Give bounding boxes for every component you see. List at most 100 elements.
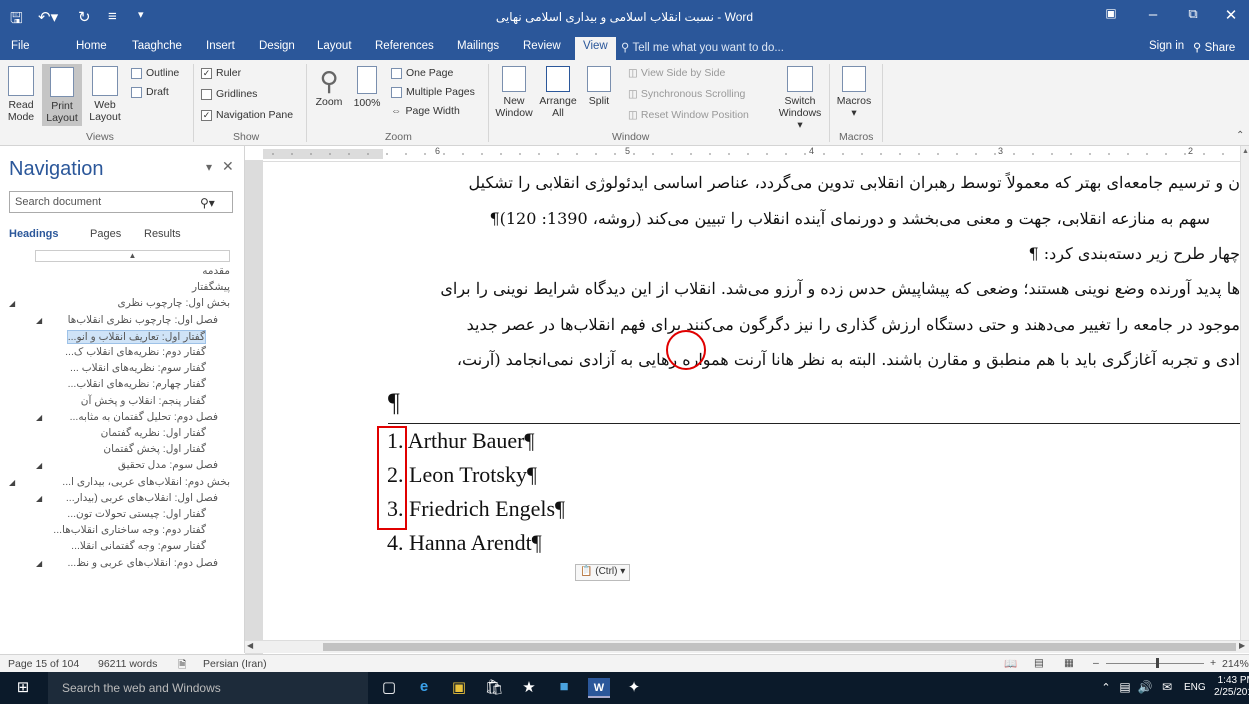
nav-heading-item[interactable]: فصل اول: انقلاب‌های عربی (بیدار... — [66, 492, 218, 504]
nav-heading-item[interactable]: گفتار اول: تعاریف انقلاب و انو... — [66, 329, 206, 344]
nav-heading-item[interactable]: گفتار اول: چیستی تحولات تون... — [67, 508, 206, 520]
store-icon[interactable]: 🛍 — [483, 678, 505, 698]
one-page-button[interactable]: One Page — [391, 67, 453, 79]
expand-triangle-icon[interactable]: ◢ — [36, 413, 42, 422]
nav-heading-item[interactable]: فصل دوم: تحلیل گفتمان به مثابه... — [70, 411, 218, 423]
nav-heading-item[interactable]: گفتار سوم: نظریه‌های انقلاب ... — [70, 362, 206, 374]
document-area[interactable]: ن و ترسیم جامعه‌ای بهتر که معمولاً توسط … — [263, 162, 1240, 640]
close-icon[interactable]: ✕ — [222, 158, 234, 175]
tell-me-box[interactable]: ⚲ Tell me what you want to do... — [621, 40, 784, 54]
nav-heading-item[interactable]: بخش اول: چارچوب نظری — [118, 297, 230, 309]
expand-triangle-icon[interactable]: ◢ — [9, 478, 15, 487]
web-layout-button[interactable]: Web Layout — [88, 66, 122, 123]
arrange-all-button[interactable]: Arrange All — [536, 66, 580, 119]
expand-triangle-icon[interactable]: ◢ — [36, 494, 42, 503]
zoom-in-icon[interactable]: + — [1210, 657, 1216, 669]
tab-taaghche[interactable]: Taaghche — [132, 40, 182, 52]
print-layout-button[interactable]: Print Layout — [42, 64, 82, 126]
tab-review[interactable]: Review — [523, 40, 561, 52]
scroll-left-icon[interactable]: ◀ — [247, 641, 253, 650]
zoom-button[interactable]: ⚲ Zoom — [312, 66, 346, 108]
taskbar-search[interactable]: Search the web and Windows — [48, 672, 368, 704]
draft-button[interactable]: Draft — [131, 86, 169, 98]
collapse-all-bar[interactable]: ▲ — [35, 250, 230, 262]
app-icon[interactable]: ■ — [553, 678, 575, 698]
share-button[interactable]: ⚲ Share — [1193, 40, 1235, 54]
scroll-thumb[interactable] — [323, 643, 1236, 651]
minimize-icon[interactable]: – — [1138, 6, 1168, 23]
tab-insert[interactable]: Insert — [206, 40, 235, 52]
gridlines-checkbox[interactable]: Gridlines — [201, 88, 257, 100]
notifications-icon[interactable]: ✉ — [1156, 680, 1178, 700]
word-icon[interactable]: W — [588, 678, 610, 698]
nav-heading-item[interactable]: گفتار اول: پخش گفتمان — [103, 443, 206, 455]
nav-heading-item[interactable]: فصل سوم: مدل تحقیق — [118, 459, 218, 471]
nav-heading-item[interactable]: پیشگفتار — [192, 281, 230, 293]
task-view-icon[interactable]: ▢ — [378, 678, 400, 698]
zoom-slider-thumb[interactable] — [1156, 658, 1159, 668]
split-button[interactable]: Split — [582, 66, 616, 107]
zoom-100-button[interactable]: 100% — [352, 66, 382, 109]
edge-icon[interactable]: e — [413, 678, 435, 698]
view-side-by-side-button[interactable]: ◫ View Side by Side — [628, 67, 725, 79]
search-input[interactable]: Search document ⚲▾ — [9, 191, 233, 213]
page-count[interactable]: Page 15 of 104 — [8, 658, 79, 670]
app-icon[interactable]: ✦ — [623, 678, 645, 698]
nav-heading-item[interactable]: فصل اول: چارچوب نظری انقلاب‌ها — [68, 314, 218, 326]
tab-file[interactable]: File — [11, 40, 30, 52]
zoom-level[interactable]: 214% — [1222, 658, 1249, 670]
language-indicator[interactable]: Persian (Iran) — [203, 658, 267, 670]
nav-heading-item[interactable]: مقدمه — [202, 265, 230, 277]
close-icon[interactable]: ✕ — [1216, 6, 1246, 24]
word-count[interactable]: 96211 words — [98, 658, 157, 670]
windows-start-icon[interactable]: ⊞ — [12, 678, 34, 698]
horizontal-ruler[interactable]: 6 5 4 3 2 — [263, 146, 1240, 162]
outline-button[interactable]: Outline — [131, 67, 179, 79]
horizontal-scrollbar[interactable]: ◀ ▶ — [245, 640, 1249, 653]
sign-in-link[interactable]: Sign in — [1149, 40, 1184, 52]
nav-heading-item[interactable]: گفتار چهارم: نظریه‌های انقلاب... — [68, 378, 206, 390]
switch-windows-button[interactable]: Switch Windows ▾ — [776, 66, 824, 131]
nav-heading-item[interactable]: گفتار اول: نظریه گفتمان — [101, 427, 206, 439]
search-icon[interactable]: ⚲▾ — [200, 196, 215, 210]
navigation-pane-checkbox[interactable]: ✓ Navigation Pane — [201, 109, 293, 121]
nav-heading-item[interactable]: فصل دوم: انقلاب‌های عربی و نظ... — [67, 557, 218, 569]
clock[interactable]: 1:43 PM2/25/2016 — [1214, 675, 1249, 699]
reset-window-position-button[interactable]: ◫ Reset Window Position — [628, 109, 749, 121]
tab-design[interactable]: Design — [259, 40, 295, 52]
read-mode-button[interactable]: Read Mode — [4, 66, 38, 123]
tab-references[interactable]: References — [375, 40, 434, 52]
new-window-button[interactable]: New Window — [494, 66, 534, 119]
nav-heading-item[interactable]: گفتار سوم: وجه گفتمانی انقلا... — [71, 540, 206, 552]
nav-heading-item[interactable]: گفتار پنجم: انقلاب و پخش آن — [81, 395, 206, 407]
file-explorer-icon[interactable]: ▣ — [448, 678, 470, 698]
input-language[interactable]: ENG — [1184, 682, 1206, 693]
collapse-ribbon-icon[interactable]: ⌃ — [1236, 130, 1244, 141]
tab-home[interactable]: Home — [76, 40, 107, 52]
zoom-out-icon[interactable]: – — [1093, 657, 1099, 669]
expand-triangle-icon[interactable]: ◢ — [9, 299, 15, 308]
ruler-checkbox[interactable]: ✓ Ruler — [201, 67, 241, 79]
app-icon[interactable]: ★ — [518, 678, 540, 698]
expand-triangle-icon[interactable]: ◢ — [36, 316, 42, 325]
nav-heading-item[interactable]: گفتار دوم: نظریه‌های انقلاب ک... — [65, 346, 206, 358]
page-width-button[interactable]: ⇔ Page Width — [391, 105, 460, 117]
tab-layout[interactable]: Layout — [317, 40, 352, 52]
ribbon-display-icon[interactable]: ▣ — [1096, 6, 1126, 20]
scroll-right-icon[interactable]: ▶ — [1239, 641, 1245, 650]
expand-triangle-icon[interactable]: ◢ — [36, 559, 42, 568]
tab-results[interactable]: Results — [144, 228, 181, 240]
scroll-up-icon[interactable]: ▲ — [1242, 148, 1249, 156]
tab-pages[interactable]: Pages — [90, 228, 121, 240]
paste-options-button[interactable]: 📋 (Ctrl) ▾ — [575, 564, 631, 581]
zoom-slider[interactable] — [1106, 663, 1204, 664]
network-icon[interactable]: ▤ — [1114, 680, 1136, 700]
synchronous-scrolling-button[interactable]: ◫ Synchronous Scrolling — [628, 88, 745, 100]
expand-triangle-icon[interactable]: ◢ — [36, 461, 42, 470]
nav-heading-item[interactable]: گفتار دوم: وجه ساختاری انقلاب‌ها... — [53, 524, 206, 536]
macros-button[interactable]: Macros ▾ — [834, 66, 874, 119]
nav-heading-item[interactable]: بخش دوم: انقلاب‌های عربی، بیداری ا... — [62, 476, 230, 488]
read-mode-icon[interactable]: 📖 — [1004, 657, 1017, 670]
vertical-scrollbar[interactable]: ▲ — [1240, 146, 1249, 640]
tab-mailings[interactable]: Mailings — [457, 40, 499, 52]
